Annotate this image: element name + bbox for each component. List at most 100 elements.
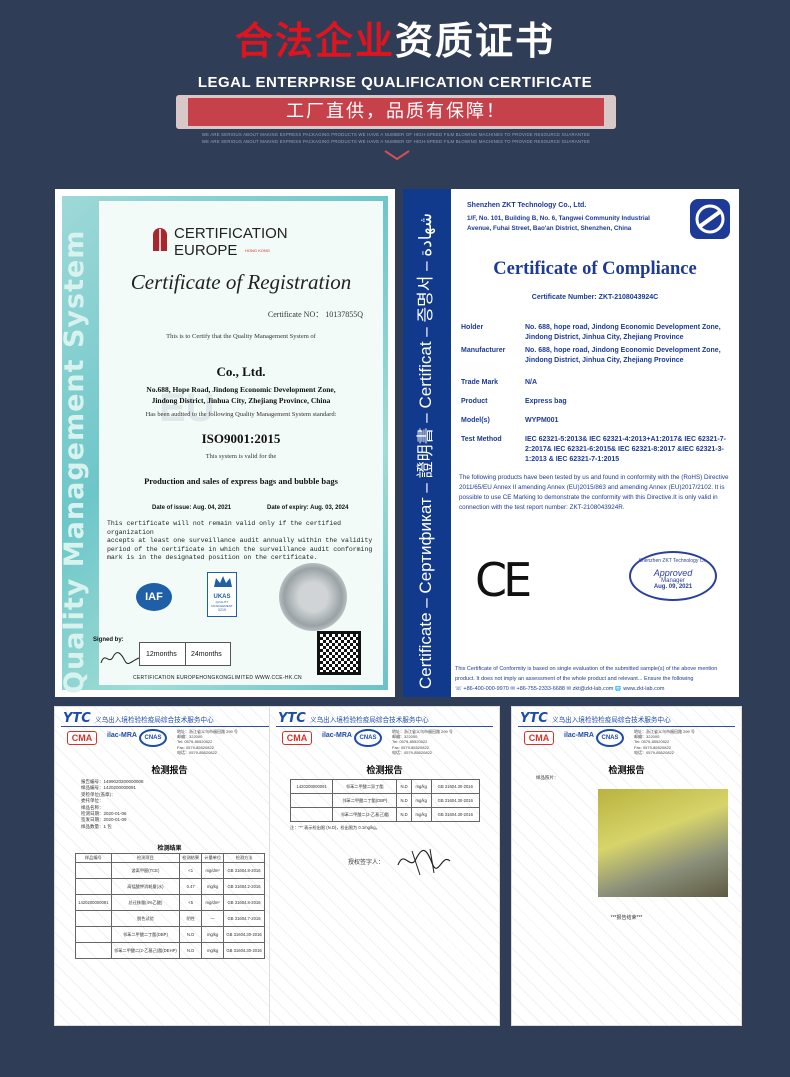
- certify-text: This is to Certify that the Quality Mana…: [166, 333, 316, 340]
- ytc-logo: YTC: [278, 711, 306, 726]
- certificate-body: EU CERTIFICATION EUROPE HONG KONG Certif…: [93, 201, 383, 685]
- footer-disclaimer-2: product. It does not imply an assessment…: [455, 676, 694, 682]
- address-line2: Jindong District, Jinhua City, Zhejiang …: [151, 396, 331, 405]
- issuer-address-1: 1/F, No. 101, Building B, No. 6, Tangwei…: [467, 215, 650, 222]
- row-value: No. 688, hope road, Jindong Economic Dev…: [525, 347, 721, 364]
- footer-contacts: ☏ +86-400-000-9970 ✉ +86-755-2333-6688 ✉…: [455, 686, 665, 692]
- ce-logo-icon: [153, 228, 167, 251]
- stamp-date: Aug. 09, 2021: [653, 584, 693, 590]
- table-row: 高锰酸钾消耗量(水) 0.47 mg/kg GB 31604.2-2016: [75, 878, 265, 895]
- address-line1: No.688, Hope Road, Jindong Economic Deve…: [146, 385, 336, 394]
- cma-logo: CMA: [67, 731, 97, 745]
- embossed-seal: [279, 563, 347, 631]
- row-label: Manufacturer: [461, 347, 506, 354]
- report-org: 义乌出入境检验检疫局综合技术服务中心: [310, 716, 429, 724]
- row-label: Trade Mark: [461, 379, 498, 386]
- table-row: 邻苯二甲酸二丁酯(DBP) N.D mg/kg GB 31604.30-2016: [289, 793, 481, 808]
- row-value: IEC 62321-5:2013& IEC 62321-4:2013+A1:20…: [525, 436, 726, 463]
- validity-note: This certificate will not remain valid o…: [107, 520, 383, 563]
- report-address: 地址：浙江省义乌市福田路 299 号邮编：322000 Tel: 0579-855…: [634, 729, 695, 755]
- ce-mark: CE: [475, 553, 532, 607]
- ytc-logo: YTC: [520, 711, 548, 726]
- test-report-page-3: YTC 义乌出入境检验检疫局综合技术服务中心 CMA ilac-MRA CNAS …: [511, 706, 742, 1026]
- issue-date: Date of issue: Aug. 04, 2021: [152, 505, 232, 511]
- note-line: This certificate will not remain valid o…: [107, 520, 342, 536]
- qr-code: [317, 631, 361, 675]
- note-line: period of the certificate in which the s…: [107, 545, 373, 553]
- table-header-row: 样品编号 检测项目 检测结果 计量单位 检测方法: [75, 853, 265, 863]
- side-band: Certificate – Сертификат – 證明書 – Certifi…: [403, 189, 451, 697]
- side-text: Quality Management System: [59, 229, 90, 694]
- fine-print-1: WE ARE SERIOUS ABOUT MAKING EXPRESS PACK…: [201, 132, 591, 137]
- chevron-down-icon: [384, 150, 410, 160]
- certificate-number: Certificate NO： 10137855Q: [267, 310, 363, 319]
- results-table: 样品编号 检测项目 检测结果 计量单位 检测方法 游离甲醛(TCE) <1 mg/dm² GB…: [75, 853, 265, 959]
- row-value: WYPM001: [525, 417, 559, 424]
- report-end: ***报告结束***: [610, 915, 643, 921]
- certificate-footer: CERTIFICATION EUROPEHONGKONGLIMITED WWW.…: [133, 675, 302, 681]
- signatory-label: 授权签字人：: [348, 860, 385, 866]
- org-tag: HONG KONG: [245, 248, 270, 253]
- crown-icon: [214, 576, 232, 587]
- sample-photo: [598, 789, 728, 897]
- row-value: No. 688, hope road, Jindong Economic Dev…: [525, 324, 721, 341]
- fine-print-2: WE ARE SERIOUS ABOUT MAKING EXPRESS PACK…: [201, 139, 591, 144]
- table-row: 1420200000091 邻苯二甲酸二异丁酯 N.D mg/kg GB 31604.3…: [289, 779, 481, 794]
- signature: [397, 848, 451, 876]
- ilac-logo: ilac-MRA: [564, 732, 594, 739]
- ce-certificate: Certificate – Сертификат – 證明書 – Certifi…: [403, 189, 739, 697]
- side-text: Certificate – Сертификат – 證明書 – Certifi…: [416, 212, 435, 689]
- box-24-months: 24months: [191, 651, 222, 658]
- company-name: Co., Ltd.: [216, 364, 266, 379]
- slogan-banner: 工厂直供，品质有保障！: [176, 95, 616, 129]
- issuer-name: Shenzhen ZKT Technology Co., Ltd.: [467, 202, 587, 209]
- cnas-logo: CNAS: [354, 729, 382, 747]
- cma-logo: CMA: [282, 731, 312, 745]
- report-org: 义乌出入境检验检疫局综合技术服务中心: [552, 716, 671, 724]
- ilac-logo: ilac-MRA: [322, 732, 352, 739]
- table-row: 游离甲醛(TCE) <1 mg/dm² GB 31604.8-2016: [75, 862, 265, 879]
- test-report-page-1: YTC 义乌出入境检验检疫局综合技术服务中心 CMA ilac-MRA CNAS …: [54, 706, 285, 1026]
- note-line: mark is in the designated position on th…: [107, 554, 318, 561]
- report-note: 注："*" 表示检出限 (N.D)，检出限为 0.1mg/kg。: [290, 825, 380, 830]
- page-title: 合法企业资质证书: [0, 16, 790, 66]
- row-value: Express bag: [525, 398, 567, 405]
- ilac-logo: ilac-MRA: [107, 732, 137, 739]
- test-report-page-2: YTC 义乌出入境检验检疫局综合技术服务中心 CMA ilac-MRA CNAS …: [269, 706, 500, 1026]
- report-address: 地址：浙江省义乌市福田路 299 号邮编：322000 Tel: 0579-855…: [177, 729, 238, 755]
- row-label: Holder: [461, 324, 484, 331]
- ukas-number: 0219: [218, 608, 226, 612]
- certificate-heading: Certificate of Registration: [130, 270, 352, 294]
- iaf-logo: IAF: [136, 583, 172, 611]
- certificate-number: Certificate Number: ZKT-2108043924C: [531, 294, 659, 301]
- title-white: 资质证书: [395, 19, 556, 63]
- title-red: 合法企业: [234, 19, 395, 63]
- cnas-logo: CNAS: [596, 729, 624, 747]
- results-table: 1420200000091 邻苯二甲酸二异丁酯 N.D mg/kg GB 31604.3…: [289, 779, 481, 822]
- approval-stamp: Shenzhen ZKT Technology Co. Approved Man…: [629, 551, 717, 601]
- ukas-sub: QUALITY MANAGEMENT: [211, 600, 233, 608]
- table-row: 邻苯二甲酸二丁酯(DBP) N.D mg/kg GB 31604.30-2016: [75, 926, 265, 943]
- org-line2: EUROPE: [174, 242, 238, 259]
- org-line1: CERTIFICATION: [174, 225, 288, 242]
- photo-label: 样品照片：: [536, 775, 559, 780]
- row-label: Test Method: [461, 436, 502, 443]
- table-row: 1420200000091 总迁移量(4%乙酸) <5 mg/dm² GB 31604.…: [75, 894, 265, 911]
- certificate-heading: Certificate of Compliance: [493, 259, 697, 279]
- surveillance-boxes: 12months 24months: [139, 642, 231, 666]
- cma-logo: CMA: [524, 731, 554, 745]
- cnas-logo: CNAS: [139, 729, 167, 747]
- stamp-top: Shenzhen ZKT Technology Co.: [638, 558, 708, 564]
- note-line: accepts at least one surveillance audit …: [107, 537, 373, 544]
- report-info: 报告编号：1499020200000008 样品编号：1420200000091 受…: [81, 779, 144, 829]
- table-row: 脱色试验 阴性 — GB 31604.7-2016: [75, 910, 265, 927]
- compliance-body: The following products have been tested …: [459, 474, 729, 511]
- row-value: N/A: [525, 379, 538, 386]
- table-row: 邻苯二甲酸二(2-乙基己)酯(DEHP) N.D mg/kg GB 31604.30-…: [75, 942, 265, 959]
- footer-disclaimer-1: This Certificate of Conformity is based …: [455, 666, 718, 672]
- page-subtitle: LEGAL ENTERPRISE QUALIFICATION CERTIFICA…: [197, 74, 593, 91]
- results-heading: 检测结果: [157, 846, 182, 852]
- report-address: 地址：浙江省义乌市福田路 299 号邮编：322000 Tel: 0579-855…: [392, 729, 453, 755]
- row-label: Product: [461, 398, 488, 405]
- signed-by-label: Signed by:: [93, 637, 124, 643]
